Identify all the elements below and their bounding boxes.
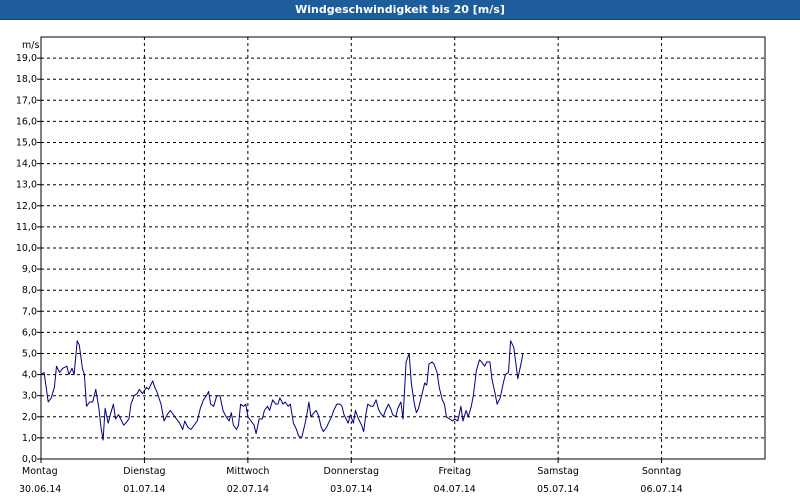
y-tick-label: 1,0: [22, 433, 37, 444]
x-tick-day-label: Donnerstag: [324, 466, 379, 477]
x-tick-date-label: 02.07.14: [227, 484, 269, 495]
x-tick-day-label: Samstag: [537, 466, 579, 477]
x-tick-day-label: Sonntag: [642, 466, 681, 477]
title-bar: Windgeschwindigkeit bis 20 [m/s]: [0, 0, 800, 20]
y-tick-label: 0,0: [22, 454, 37, 465]
y-tick-label: 12,0: [16, 201, 37, 212]
x-tick-day-label: Montag: [22, 466, 58, 477]
x-tick-day-label: Dienstag: [123, 466, 165, 477]
x-tick-date-label: 04.07.14: [434, 484, 476, 495]
x-tick-date-label: 30.06.14: [19, 484, 61, 495]
x-tick-date-label: 03.07.14: [330, 484, 372, 495]
y-tick-label: 15,0: [16, 138, 37, 149]
x-tick-date-label: 01.07.14: [123, 484, 165, 495]
y-tick-label: 18,0: [16, 74, 37, 85]
x-tick-date-label: 05.07.14: [537, 484, 579, 495]
y-tick-label: 3,0: [22, 391, 37, 402]
y-tick-label: 9,0: [22, 264, 37, 275]
x-tick-date-label: 06.07.14: [640, 484, 682, 495]
y-tick-label: 7,0: [22, 306, 37, 317]
y-tick-label: 5,0: [22, 349, 37, 360]
x-tick-day-label: Freitag: [438, 466, 471, 477]
y-tick-label: 2,0: [22, 412, 37, 423]
y-tick-label: 8,0: [22, 285, 37, 296]
y-tick-label: 19,0: [16, 53, 37, 64]
y-tick-label: 4,0: [22, 370, 37, 381]
chart-background: [0, 20, 800, 500]
y-tick-label: 14,0: [16, 159, 37, 170]
chart-window: Windgeschwindigkeit bis 20 [m/s] 0,0 1,0 2…: [0, 0, 800, 500]
wind-speed-chart: 0,0 1,0 2,0 3,0 4,0 5,0 6,0 7,0 8,0 9,0 10,0 11,0 12…: [0, 20, 800, 500]
y-tick-label: 10,0: [16, 243, 37, 254]
y-axis-unit-label: m/s: [22, 40, 39, 51]
chart-title: Windgeschwindigkeit bis 20 [m/s]: [295, 3, 505, 16]
y-tick-label: 16,0: [16, 116, 37, 127]
y-tick-label: 17,0: [16, 95, 37, 106]
y-tick-label: 13,0: [16, 180, 37, 191]
x-tick-day-label: Mittwoch: [226, 466, 269, 477]
y-tick-label: 6,0: [22, 327, 37, 338]
y-tick-label: 11,0: [16, 222, 37, 233]
